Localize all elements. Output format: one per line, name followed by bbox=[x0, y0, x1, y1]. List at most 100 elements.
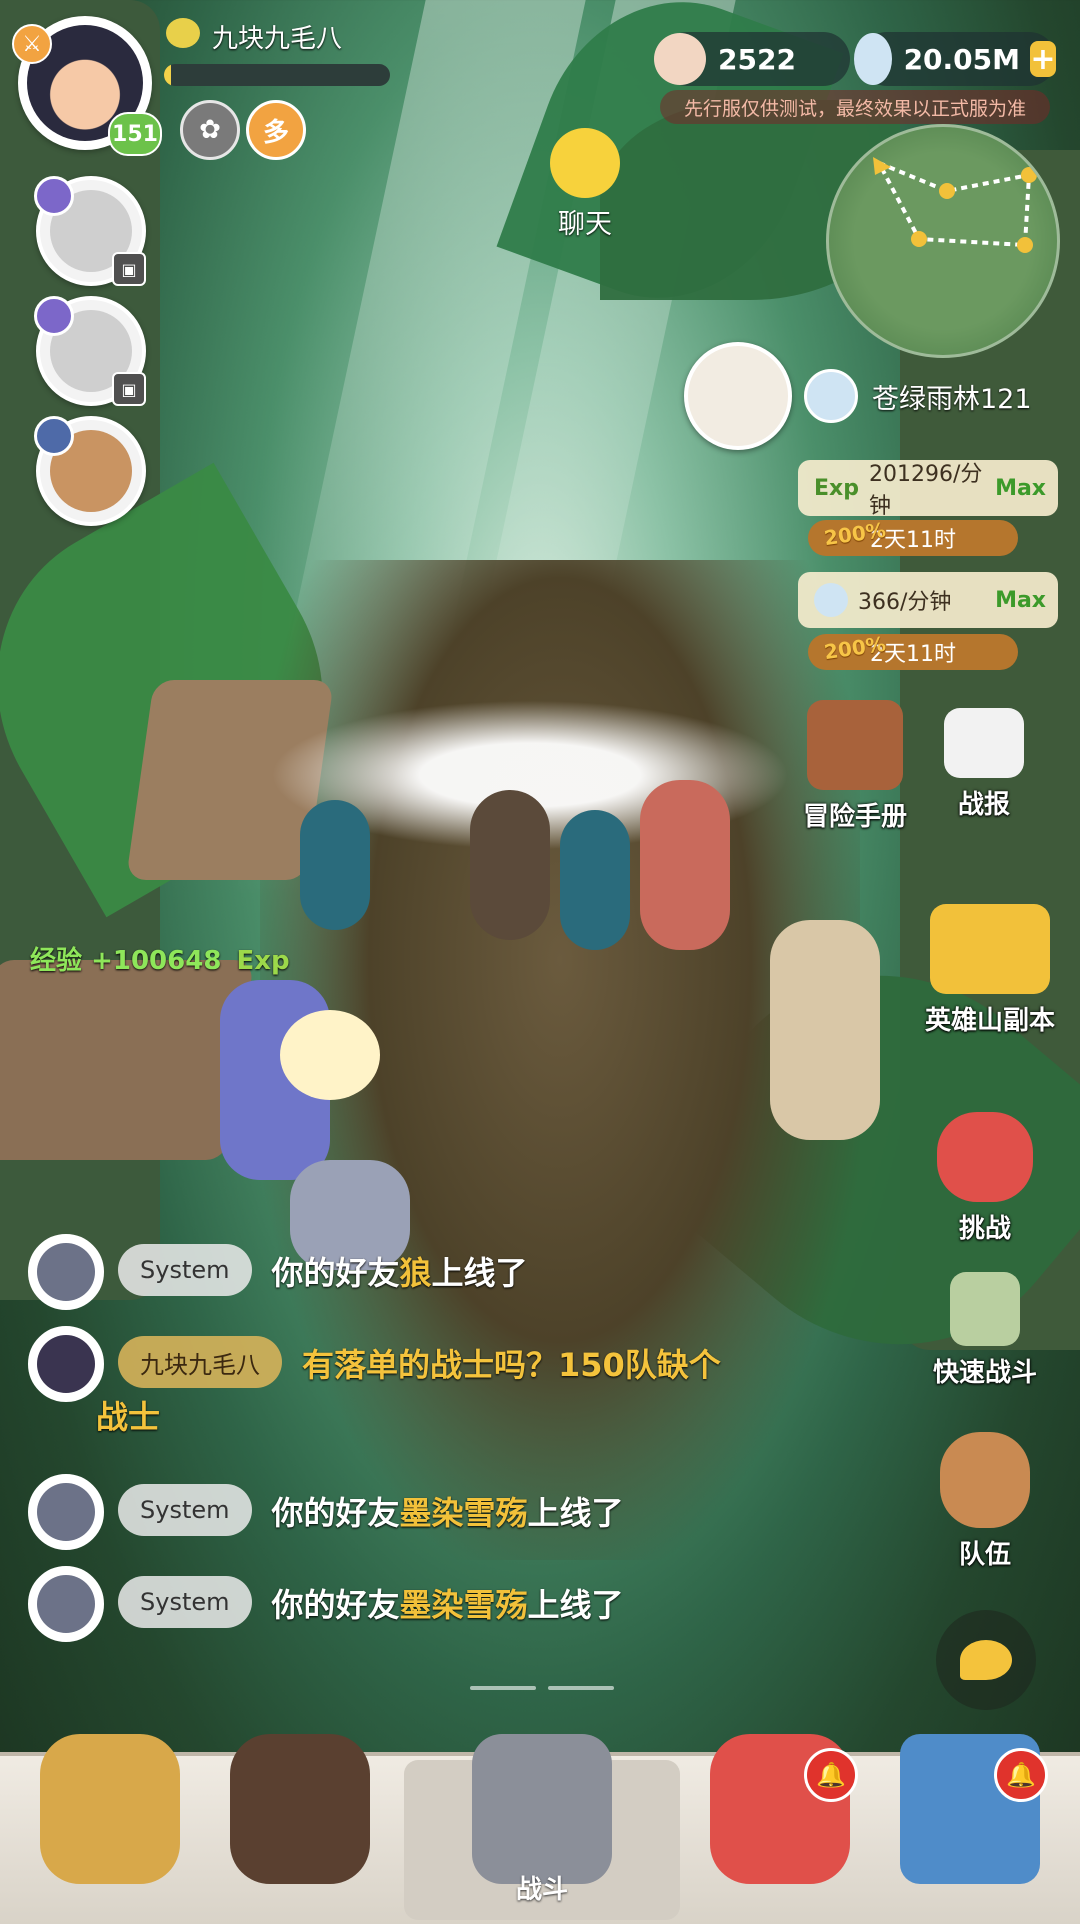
caveman-hat-icon bbox=[40, 1734, 180, 1884]
element-tag-icon bbox=[34, 416, 74, 456]
character-girl-goggles bbox=[770, 920, 880, 1140]
adventure-manual-button[interactable]: 冒险手册 bbox=[790, 700, 920, 833]
chat-text-prefix: 你的好友 bbox=[271, 1254, 400, 1292]
chat-text-continued: 战士 bbox=[96, 1398, 161, 1436]
bell-alert-icon: 🔔 bbox=[804, 1748, 858, 1802]
gem-rate-card[interactable]: 366/分钟 Max bbox=[798, 572, 1058, 628]
player-level-badge: 151 bbox=[108, 112, 162, 156]
adventure-manual-label: 冒险手册 bbox=[802, 802, 907, 832]
xp-gain-unit: Exp bbox=[236, 946, 290, 976]
area-info[interactable]: 苍绿雨林121 bbox=[684, 342, 1032, 450]
glow-effect bbox=[280, 1010, 380, 1100]
quick-battle-label: 快速战斗 bbox=[932, 1358, 1037, 1388]
lock-icon: ▣ bbox=[112, 252, 146, 286]
totem-icon bbox=[950, 1272, 1020, 1346]
chat-sender-chip: System bbox=[118, 1244, 252, 1296]
gem-currency: 20.05M + bbox=[854, 32, 1056, 86]
gem-amount: 20.05M bbox=[903, 42, 1020, 76]
element-tag-icon bbox=[34, 296, 74, 336]
battle-report-button[interactable]: 战报 bbox=[924, 708, 1044, 821]
hero-mountain-button[interactable]: 英雄山副本 bbox=[905, 904, 1075, 1037]
chat-text-highlight: 墨染雪殇 bbox=[399, 1494, 528, 1532]
player-chat-avatar bbox=[28, 1326, 104, 1402]
nav-tab-battle-label: 战斗 bbox=[515, 1875, 568, 1905]
system-avatar bbox=[28, 1474, 104, 1550]
gem-icon bbox=[854, 33, 892, 85]
chat-text: 你的好友墨染雪殇上线了 bbox=[272, 1490, 624, 1536]
chat-bubble-icon bbox=[550, 128, 620, 198]
chat-sender-chip: System bbox=[118, 1484, 252, 1536]
gem-icon bbox=[804, 369, 858, 423]
plus-icon[interactable]: + bbox=[1030, 41, 1056, 77]
battle-report-label: 战报 bbox=[957, 790, 1010, 820]
dino-icon bbox=[937, 1112, 1033, 1202]
rank-icon bbox=[166, 18, 200, 48]
character-girl bbox=[640, 780, 730, 950]
avatar-face bbox=[37, 1483, 95, 1541]
title-badge-icon[interactable]: 多 bbox=[246, 100, 306, 160]
exp-rate-value: 201296/分钟 bbox=[868, 462, 983, 519]
team-button[interactable]: 队伍 bbox=[920, 1432, 1050, 1571]
exp-rate-label: Exp bbox=[814, 475, 859, 501]
system-avatar bbox=[28, 1234, 104, 1310]
gem-rate-max: Max bbox=[995, 587, 1046, 613]
xp-gain-value: +100648 bbox=[91, 946, 222, 976]
character-icon bbox=[230, 1734, 370, 1884]
chat-message[interactable]: 九块九毛八 有落单的战士吗？150队缺个 bbox=[28, 1326, 721, 1402]
chat-text-suffix: 上线了 bbox=[527, 1586, 624, 1624]
chat-shortcut[interactable]: 聊天 bbox=[530, 128, 640, 241]
exp-rate-card[interactable]: Exp 201296/分钟 Max bbox=[798, 460, 1058, 519]
character-caveman bbox=[470, 790, 550, 940]
chat-text-prefix: 你的好友 bbox=[271, 1494, 400, 1532]
lock-icon: ▣ bbox=[112, 372, 146, 406]
chat-sender-chip: System bbox=[118, 1576, 252, 1628]
minimap-route bbox=[873, 157, 1037, 253]
exp-rate-max: Max bbox=[995, 475, 1046, 501]
shell-icon bbox=[654, 33, 706, 85]
avatar-face bbox=[37, 1335, 95, 1393]
chat-text: 你的好友墨染雪殇上线了 bbox=[272, 1582, 624, 1628]
chat-message[interactable]: System 你的好友狼上线了 bbox=[28, 1234, 528, 1310]
chat-shortcut-label: 聊天 bbox=[558, 209, 612, 240]
chat-text: 有落单的战士吗？150队缺个 bbox=[302, 1346, 721, 1384]
player-name: 九块九毛八 bbox=[212, 24, 343, 54]
area-boss-portrait bbox=[684, 342, 792, 450]
quick-battle-button[interactable]: 快速战斗 bbox=[920, 1272, 1050, 1389]
page-indicator bbox=[548, 1686, 614, 1690]
chat-text-highlight: 墨染雪殇 bbox=[399, 1586, 528, 1624]
team-label: 队伍 bbox=[958, 1540, 1011, 1570]
test-notice: 先行服仅供测试，最终效果以正式服为准 bbox=[660, 90, 1050, 124]
hero-mountain-label: 英雄山副本 bbox=[924, 1006, 1055, 1036]
minimap[interactable] bbox=[826, 124, 1060, 358]
chat-message[interactable]: System 你的好友墨染雪殇上线了 bbox=[28, 1566, 624, 1642]
team-icon bbox=[940, 1432, 1030, 1528]
page-indicator bbox=[470, 1686, 536, 1690]
book-icon bbox=[807, 700, 903, 790]
chat-text-suffix: 上线了 bbox=[431, 1254, 528, 1292]
pet-slot-2[interactable]: ▣ bbox=[34, 296, 146, 406]
pet-slot-3[interactable] bbox=[34, 416, 146, 526]
avatar-face bbox=[37, 1575, 95, 1633]
nav-tab-battle[interactable]: 战斗 bbox=[442, 1734, 642, 1914]
chat-bubble-icon bbox=[960, 1640, 1012, 1680]
chat-message[interactable]: System 你的好友墨染雪殇上线了 bbox=[28, 1474, 624, 1550]
character-plant-monster bbox=[560, 810, 630, 950]
system-avatar bbox=[28, 1566, 104, 1642]
play-icon bbox=[944, 708, 1024, 778]
shell-currency: 2522 bbox=[654, 32, 850, 86]
nav-tab-pets[interactable]: 🔔 bbox=[680, 1734, 880, 1914]
guild-badge-icon[interactable]: ✿ bbox=[180, 100, 240, 160]
nav-tab-hero[interactable] bbox=[10, 1734, 210, 1914]
nav-tab-portal[interactable]: 🔔 bbox=[870, 1734, 1070, 1914]
gem-icon bbox=[814, 583, 848, 617]
chat-text-suffix: 上线了 bbox=[527, 1494, 624, 1532]
character-plant-monster bbox=[300, 800, 370, 930]
challenge-button[interactable]: 挑战 bbox=[920, 1112, 1050, 1245]
pet-slot-1[interactable]: ▣ bbox=[34, 176, 146, 286]
chat-sender-chip: 九块九毛八 bbox=[118, 1336, 282, 1388]
chat-float-button[interactable] bbox=[936, 1610, 1036, 1710]
area-name: 苍绿雨林121 bbox=[872, 383, 1032, 415]
nav-tab-character[interactable] bbox=[200, 1734, 400, 1914]
chat-text-highlight: 狼 bbox=[399, 1254, 432, 1292]
avatar-face bbox=[37, 1243, 95, 1301]
